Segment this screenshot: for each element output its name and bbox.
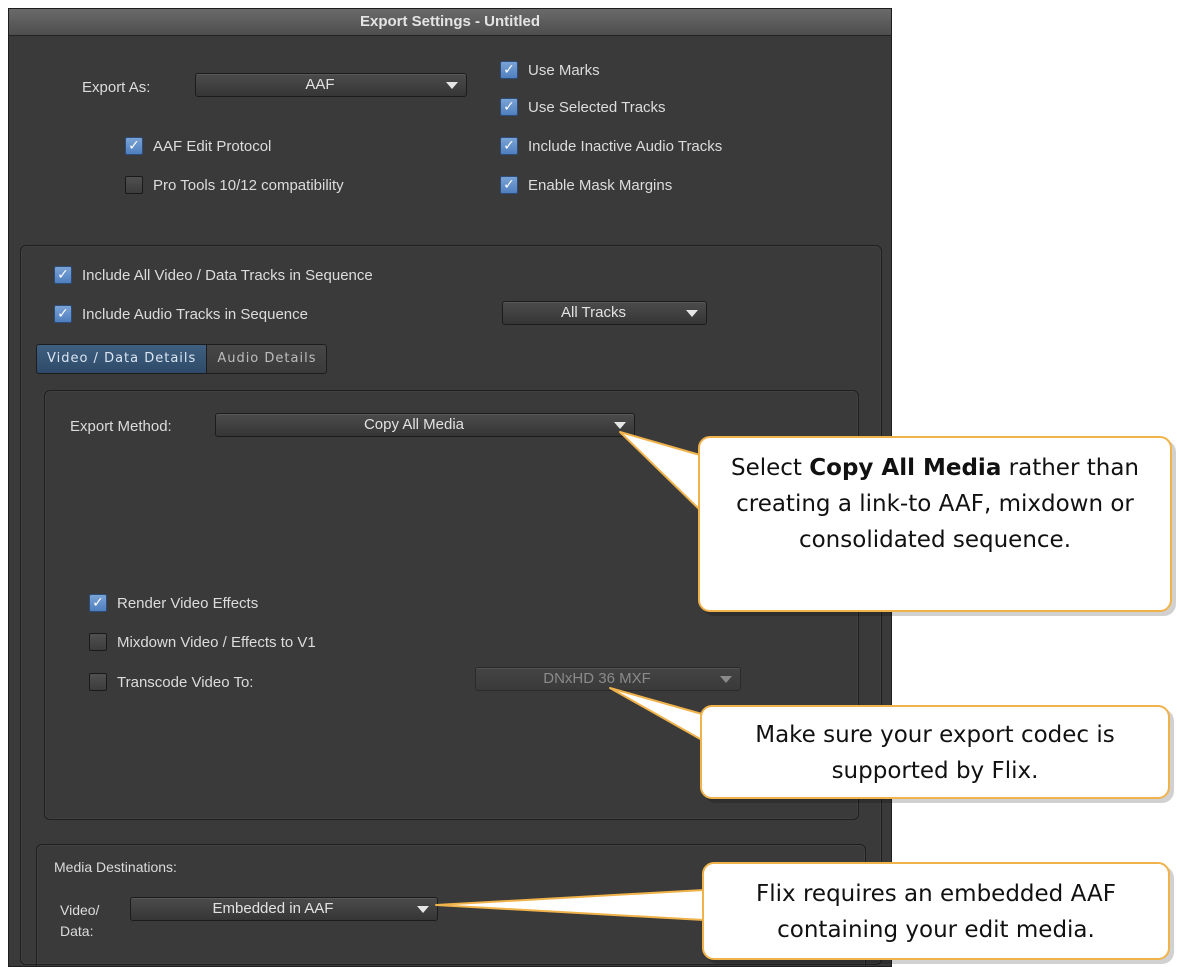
chevron-down-icon bbox=[720, 676, 732, 683]
export-as-label: Export As: bbox=[82, 79, 151, 96]
chevron-down-icon bbox=[417, 906, 429, 913]
details-tabs: Video / Data Details Audio Details bbox=[36, 344, 328, 374]
checkmark-icon: ✓ bbox=[503, 138, 515, 154]
aaf-edit-protocol-label: AAF Edit Protocol bbox=[153, 137, 272, 155]
transcode-video-checkbox[interactable]: Transcode Video To: bbox=[89, 673, 253, 691]
audio-tracks-dropdown[interactable]: All Tracks bbox=[502, 301, 707, 325]
callout-1-bold: Copy All Media bbox=[809, 455, 1002, 481]
checkmark-icon: ✓ bbox=[503, 177, 515, 193]
callout-3-text: Flix requires an embedded AAF containing… bbox=[756, 881, 1116, 943]
include-video-tracks-label: Include All Video / Data Tracks in Seque… bbox=[82, 266, 373, 284]
transcode-codec-value: DNxHD 36 MXF bbox=[543, 670, 651, 687]
checkbox-box: ✓ bbox=[89, 594, 107, 612]
checkmark-icon: ✓ bbox=[128, 138, 140, 154]
export-method-value: Copy All Media bbox=[363, 416, 465, 433]
checkbox-box: ✓ bbox=[500, 61, 518, 79]
mixdown-video-checkbox[interactable]: Mixdown Video / Effects to V1 bbox=[89, 633, 316, 651]
window-title: Export Settings - Untitled bbox=[9, 9, 891, 36]
callout-2-text: Make sure your export codec is supported… bbox=[755, 722, 1115, 784]
chevron-down-icon bbox=[614, 422, 626, 429]
mixdown-video-label: Mixdown Video / Effects to V1 bbox=[117, 633, 316, 651]
export-as-value: AAF bbox=[305, 76, 335, 93]
video-destination-value: Embedded in AAF bbox=[212, 900, 334, 917]
video-destination-dropdown[interactable]: Embedded in AAF bbox=[130, 897, 438, 921]
callout-copy-all-media: Select Copy All Media rather than creati… bbox=[698, 436, 1172, 612]
export-method-dropdown[interactable]: Copy All Media bbox=[215, 413, 635, 437]
checkmark-icon: ✓ bbox=[92, 595, 104, 611]
pro-tools-compat-label: Pro Tools 10/12 compatibility bbox=[153, 176, 344, 194]
video-data-label-line1: Video/ bbox=[60, 902, 100, 918]
checkbox-box: ✓ bbox=[500, 98, 518, 116]
chevron-down-icon bbox=[446, 82, 458, 89]
use-selected-tracks-label: Use Selected Tracks bbox=[528, 98, 666, 116]
tab-video-data-details[interactable]: Video / Data Details bbox=[36, 344, 208, 374]
include-audio-tracks-label: Include Audio Tracks in Sequence bbox=[82, 305, 308, 323]
checkbox-box: ✓ bbox=[54, 266, 72, 284]
callout-1-pre: Select bbox=[731, 455, 810, 481]
checkbox-box bbox=[89, 633, 107, 651]
callout-export-codec: Make sure your export codec is supported… bbox=[700, 705, 1170, 799]
use-marks-checkbox[interactable]: ✓ Use Marks bbox=[500, 61, 600, 79]
include-inactive-audio-checkbox[interactable]: ✓ Include Inactive Audio Tracks bbox=[500, 137, 722, 155]
checkbox-box bbox=[89, 673, 107, 691]
render-video-effects-label: Render Video Effects bbox=[117, 594, 259, 612]
checkbox-box: ✓ bbox=[500, 176, 518, 194]
checkbox-box bbox=[125, 176, 143, 194]
transcode-codec-dropdown[interactable]: DNxHD 36 MXF bbox=[475, 667, 741, 691]
media-destinations-title: Media Destinations: bbox=[54, 859, 177, 875]
checkmark-icon: ✓ bbox=[57, 306, 69, 322]
video-data-label-line2: Data: bbox=[60, 923, 94, 939]
checkmark-icon: ✓ bbox=[503, 99, 515, 115]
checkmark-icon: ✓ bbox=[57, 267, 69, 283]
export-method-label: Export Method: bbox=[70, 418, 172, 435]
include-video-tracks-checkbox[interactable]: ✓ Include All Video / Data Tracks in Seq… bbox=[54, 266, 373, 284]
audio-tracks-value: All Tracks bbox=[560, 304, 626, 321]
use-selected-tracks-checkbox[interactable]: ✓ Use Selected Tracks bbox=[500, 98, 666, 116]
include-inactive-audio-label: Include Inactive Audio Tracks bbox=[528, 137, 723, 155]
chevron-down-icon bbox=[686, 310, 698, 317]
tab-audio-details[interactable]: Audio Details bbox=[207, 344, 328, 374]
export-as-dropdown[interactable]: AAF bbox=[195, 73, 467, 97]
include-audio-tracks-checkbox[interactable]: ✓ Include Audio Tracks in Sequence bbox=[54, 305, 308, 323]
render-video-effects-checkbox[interactable]: ✓ Render Video Effects bbox=[89, 594, 258, 612]
callout-embedded-aaf: Flix requires an embedded AAF containing… bbox=[702, 862, 1170, 960]
checkbox-box: ✓ bbox=[500, 137, 518, 155]
checkbox-box: ✓ bbox=[125, 137, 143, 155]
aaf-edit-protocol-checkbox[interactable]: ✓ AAF Edit Protocol bbox=[125, 137, 271, 155]
enable-mask-margins-checkbox[interactable]: ✓ Enable Mask Margins bbox=[500, 176, 672, 194]
checkbox-box: ✓ bbox=[54, 305, 72, 323]
checkmark-icon: ✓ bbox=[503, 62, 515, 78]
pro-tools-compat-checkbox[interactable]: Pro Tools 10/12 compatibility bbox=[125, 176, 344, 194]
use-marks-label: Use Marks bbox=[528, 61, 600, 79]
transcode-video-label: Transcode Video To: bbox=[117, 673, 254, 691]
enable-mask-margins-label: Enable Mask Margins bbox=[528, 176, 673, 194]
